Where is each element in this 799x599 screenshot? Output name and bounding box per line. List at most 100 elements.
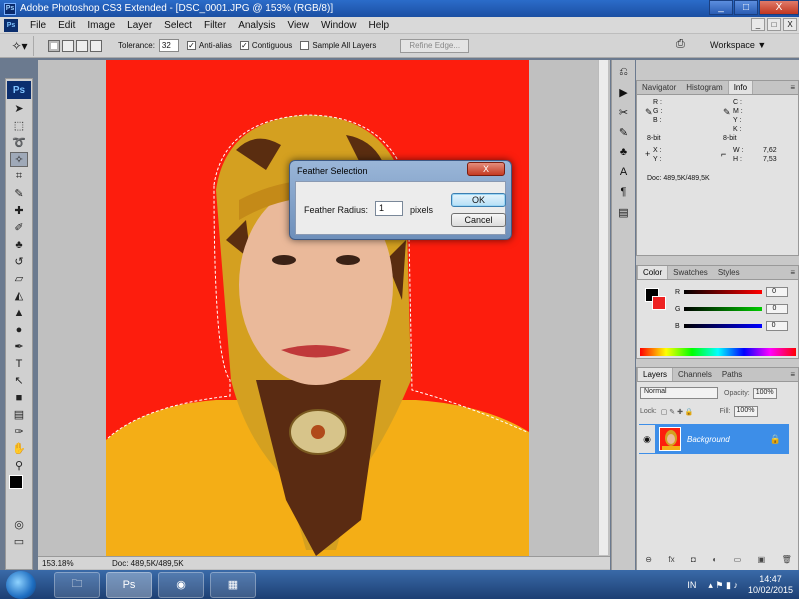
tool-presets-icon[interactable]: ✂ [615, 104, 633, 120]
foreground-color-swatch[interactable] [9, 475, 23, 489]
menu-image[interactable]: Image [81, 20, 121, 31]
workspace-menu[interactable]: Workspace ▼ [710, 40, 766, 50]
image-canvas[interactable] [106, 60, 529, 556]
move-tool-icon[interactable]: ➤ [10, 101, 28, 116]
new-group-icon[interactable]: ▭ [734, 555, 742, 569]
blue-slider[interactable] [683, 324, 762, 328]
tab-histogram[interactable]: Histogram [681, 81, 727, 94]
eyedropper-tool-icon[interactable]: ✎ [10, 186, 28, 201]
panel-menu-icon[interactable]: ≡ [787, 368, 798, 381]
anti-alias-checkbox[interactable]: ✓ Anti-alias [186, 41, 232, 50]
photoshop-taskbar-icon[interactable]: Ps [106, 571, 152, 598]
link-layers-icon[interactable]: ⊖ [645, 555, 652, 569]
doc-close-button[interactable]: X [783, 18, 797, 31]
tab-swatches[interactable]: Swatches [668, 266, 713, 279]
feather-radius-input[interactable]: 1 [375, 201, 403, 216]
green-value[interactable]: 0 [766, 304, 789, 314]
blur-tool-icon[interactable]: ▲ [10, 305, 28, 320]
menu-help[interactable]: Help [363, 20, 396, 31]
zoom-level[interactable]: 153.18% [38, 559, 76, 568]
blend-mode-select[interactable]: Normal [640, 387, 718, 399]
firefox-taskbar-icon[interactable]: ◉ [158, 571, 204, 598]
contiguous-checkbox[interactable]: ✓ Contiguous [239, 41, 292, 50]
tab-paths[interactable]: Paths [717, 368, 747, 381]
start-button[interactable] [6, 570, 36, 599]
opacity-input[interactable]: 100% [752, 387, 777, 399]
brushes-icon[interactable]: ✎ [615, 124, 633, 140]
brush-tool-icon[interactable]: ✐ [10, 220, 28, 235]
path-selection-tool-icon[interactable]: ↖ [10, 373, 28, 388]
eraser-tool-icon[interactable]: ▱ [10, 271, 28, 286]
actions-icon[interactable]: ▶ [615, 84, 633, 100]
quick-mask-icon[interactable]: ◎ [10, 517, 28, 532]
explorer-taskbar-icon[interactable]: 🗀 [54, 571, 100, 598]
menu-window[interactable]: Window [315, 20, 363, 31]
menu-filter[interactable]: Filter [198, 20, 232, 31]
blue-value[interactable]: 0 [765, 321, 788, 331]
subtract-selection-icon[interactable] [76, 39, 88, 52]
notes-tool-icon[interactable]: ▤ [10, 407, 28, 422]
marquee-tool-icon[interactable]: ⬚ [10, 118, 28, 133]
panel-menu-icon[interactable]: ≡ [787, 266, 798, 279]
magic-wand-tool-icon[interactable]: ✧ [10, 152, 28, 167]
paragraph-icon[interactable]: ¶ [615, 184, 633, 200]
tray-icons[interactable]: ▴ ⚑ ▮ ♪ [708, 580, 738, 591]
layer-background[interactable]: ◉ Background 🔒 [639, 424, 789, 454]
language-indicator[interactable]: IN [687, 580, 696, 590]
doc-restore-button[interactable]: □ [767, 18, 781, 31]
lasso-tool-icon[interactable]: ➰ [10, 135, 28, 150]
clone-stamp-tool-icon[interactable]: ♣ [10, 237, 28, 252]
new-layer-icon[interactable]: ▣ [758, 555, 766, 569]
character-icon[interactable]: A [615, 164, 633, 180]
pen-tool-icon[interactable]: ✒ [10, 339, 28, 354]
hand-tool-icon[interactable]: ✋ [10, 441, 28, 456]
eye-icon[interactable]: ◉ [639, 425, 655, 453]
tab-navigator[interactable]: Navigator [637, 81, 681, 94]
adjustment-layer-icon[interactable]: ◐ [712, 555, 717, 569]
layer-comps-icon[interactable]: ▤ [615, 204, 633, 220]
color-spectrum[interactable] [640, 348, 796, 356]
menu-analysis[interactable]: Analysis [232, 20, 281, 31]
doc-minimize-button[interactable]: _ [751, 18, 765, 31]
tolerance-input[interactable]: 32 [158, 39, 179, 52]
history-icon[interactable]: ⎌ [615, 64, 633, 80]
red-value[interactable]: 0 [766, 287, 789, 297]
refine-edge-button[interactable]: Refine Edge... [400, 38, 470, 53]
green-slider[interactable] [684, 307, 763, 311]
dodge-tool-icon[interactable]: ● [10, 322, 28, 337]
clone-source-icon[interactable]: ♣ [615, 144, 633, 160]
menu-file[interactable]: File [24, 20, 52, 31]
ps-menu-icon[interactable]: Ps [4, 18, 18, 32]
clock[interactable]: 14:47 10/02/2015 [748, 574, 793, 596]
menu-edit[interactable]: Edit [52, 20, 81, 31]
add-selection-icon[interactable] [62, 39, 74, 52]
app-taskbar-icon[interactable]: ▦ [210, 571, 256, 598]
shape-tool-icon[interactable]: ■ [10, 390, 28, 405]
tab-color[interactable]: Color [637, 266, 669, 279]
tab-channels[interactable]: Channels [673, 368, 717, 381]
ps-logo[interactable]: Ps [7, 81, 31, 99]
paint-bucket-tool-icon[interactable]: ◭ [10, 288, 28, 303]
bridge-icon[interactable]: ⎙ [676, 38, 694, 52]
zoom-tool-icon[interactable]: ⚲ [10, 458, 28, 473]
color-background-swatch[interactable] [652, 296, 666, 310]
panel-menu-icon[interactable]: ≡ [787, 81, 798, 94]
layer-style-icon[interactable]: fx [668, 555, 674, 569]
menu-select[interactable]: Select [158, 20, 198, 31]
sample-all-layers-checkbox[interactable]: Sample All Layers [300, 41, 376, 50]
crop-tool-icon[interactable]: ⌗ [10, 169, 28, 184]
lock-icons[interactable]: ▢ ✎ ✚ 🔒 [661, 408, 694, 416]
eyedropper-2-tool-icon[interactable]: ✑ [10, 424, 28, 439]
close-button[interactable]: X [759, 0, 799, 15]
minimize-button[interactable]: _ [709, 0, 733, 15]
menu-layer[interactable]: Layer [121, 20, 158, 31]
healing-brush-tool-icon[interactable]: ✚ [10, 203, 28, 218]
ok-button[interactable]: OK [451, 193, 506, 207]
vertical-scrollbar[interactable] [598, 60, 608, 555]
delete-layer-icon[interactable]: 🗑 [782, 555, 792, 569]
new-selection-icon[interactable] [48, 39, 60, 52]
type-tool-icon[interactable]: T [10, 356, 28, 371]
intersect-selection-icon[interactable] [90, 39, 102, 52]
menu-view[interactable]: View [281, 20, 315, 31]
screen-mode-icon[interactable]: ▭ [10, 534, 28, 549]
